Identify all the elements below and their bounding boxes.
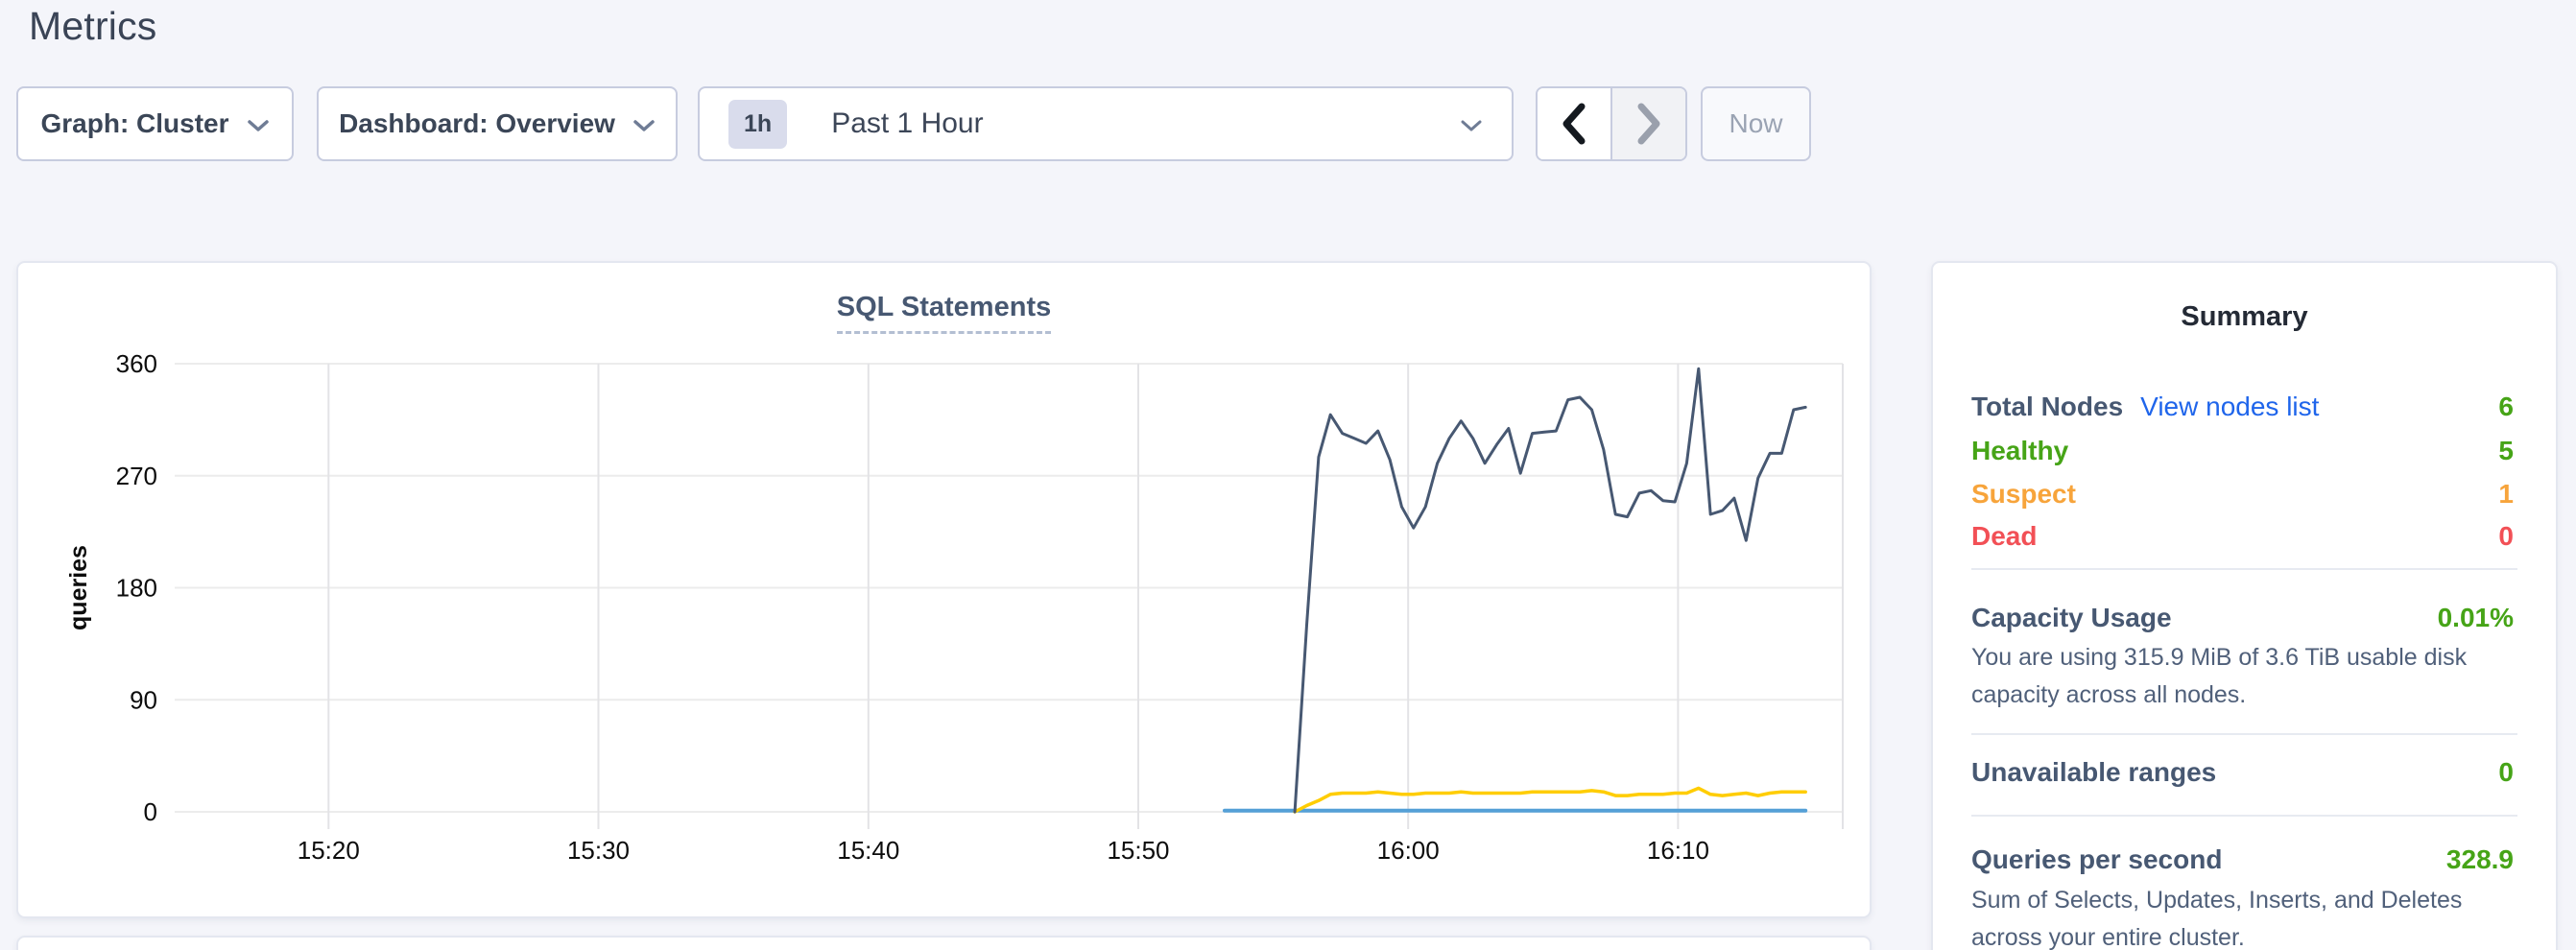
sql-statements-card: SQL Statements 09018027036015:2015:3015:… [16, 261, 1872, 918]
capacity-usage-description: You are using 315.9 MiB of 3.6 TiB usabl… [1971, 639, 2517, 714]
time-range-selector[interactable]: 1h Past 1 Hour [698, 86, 1514, 161]
queries-per-second-description: Sum of Selects, Updates, Inserts, and De… [1971, 882, 2517, 950]
series-yellow [1295, 788, 1805, 812]
healthy-value: 5 [2498, 436, 2514, 466]
queries-per-second-row: Queries per second 328.9 [1971, 839, 2514, 881]
sql-statements-chart[interactable]: 0 90 180 270 360 15:20 15:30 15:40 15:50 16:00 16:… [18, 263, 1870, 916]
dashboard-dropdown[interactable]: Dashboard: Overview [317, 86, 678, 161]
summary-card: Summary Total Nodes View nodes list 6 He… [1931, 261, 2558, 950]
now-button-label: Now [1729, 108, 1782, 139]
unavailable-ranges-label: Unavailable ranges [1971, 757, 2216, 788]
next-time-window-button[interactable] [1612, 88, 1685, 159]
dead-nodes-row: Dead 0 [1971, 515, 2514, 558]
y-tick-label: 0 [144, 797, 157, 826]
x-tick-label: 16:10 [1647, 836, 1709, 865]
x-tick-label: 15:30 [567, 836, 630, 865]
capacity-usage-label: Capacity Usage [1971, 603, 2172, 633]
dead-label: Dead [1971, 521, 2037, 552]
page-title: Metrics [29, 4, 157, 49]
chevron-left-icon [1561, 103, 1587, 145]
y-axis-title: queries [65, 545, 92, 630]
x-tick-label: 15:40 [837, 836, 899, 865]
total-nodes-label: Total Nodes [1971, 392, 2123, 422]
graph-dropdown[interactable]: Graph: Cluster [16, 86, 294, 161]
x-tick-label: 15:20 [298, 836, 360, 865]
chevron-right-icon [1635, 103, 1662, 145]
suspect-value: 1 [2498, 479, 2514, 510]
unavailable-ranges-row: Unavailable ranges 0 [1971, 751, 2514, 794]
time-range-badge: 1h [728, 100, 787, 149]
next-chart-card [16, 936, 1872, 950]
healthy-nodes-row: Healthy 5 [1971, 430, 2514, 472]
queries-per-second-label: Queries per second [1971, 844, 2222, 875]
total-nodes-value: 6 [2498, 392, 2514, 422]
x-tick-label: 16:00 [1377, 836, 1440, 865]
graph-dropdown-label: Graph: Cluster [40, 108, 228, 139]
divider [1971, 733, 2517, 735]
summary-title: Summary [1933, 301, 2556, 333]
unavailable-ranges-value: 0 [2498, 757, 2514, 788]
queries-per-second-value: 328.9 [2446, 844, 2514, 875]
capacity-usage-value: 0.01% [2438, 603, 2514, 633]
previous-time-window-button[interactable] [1538, 88, 1612, 159]
divider [1971, 815, 2517, 817]
chevron-down-icon [632, 119, 656, 132]
suspect-nodes-row: Suspect 1 [1971, 473, 2514, 515]
view-nodes-list-link[interactable]: View nodes list [2140, 392, 2319, 422]
capacity-usage-row: Capacity Usage 0.01% [1971, 597, 2514, 639]
healthy-label: Healthy [1971, 436, 2068, 466]
y-tick-label: 360 [116, 349, 157, 378]
y-tick-label: 90 [130, 685, 157, 714]
series-dark-navy [1295, 368, 1805, 812]
chevron-down-icon [247, 119, 270, 132]
dashboard-dropdown-label: Dashboard: Overview [339, 108, 615, 139]
suspect-label: Suspect [1971, 479, 2076, 510]
x-tick-label: 15:50 [1107, 836, 1169, 865]
dead-value: 0 [2498, 521, 2514, 552]
metrics-page: { "page": { "title": "Metrics" }, "contr… [0, 0, 2576, 950]
divider [1971, 568, 2517, 570]
total-nodes-row: Total Nodes View nodes list 6 [1971, 386, 2514, 428]
now-button[interactable]: Now [1701, 86, 1811, 161]
time-window-pager [1536, 86, 1687, 161]
y-tick-label: 180 [116, 574, 157, 603]
time-range-label: Past 1 Hour [831, 107, 983, 140]
y-tick-label: 270 [116, 462, 157, 490]
chevron-down-icon [1460, 119, 1483, 132]
